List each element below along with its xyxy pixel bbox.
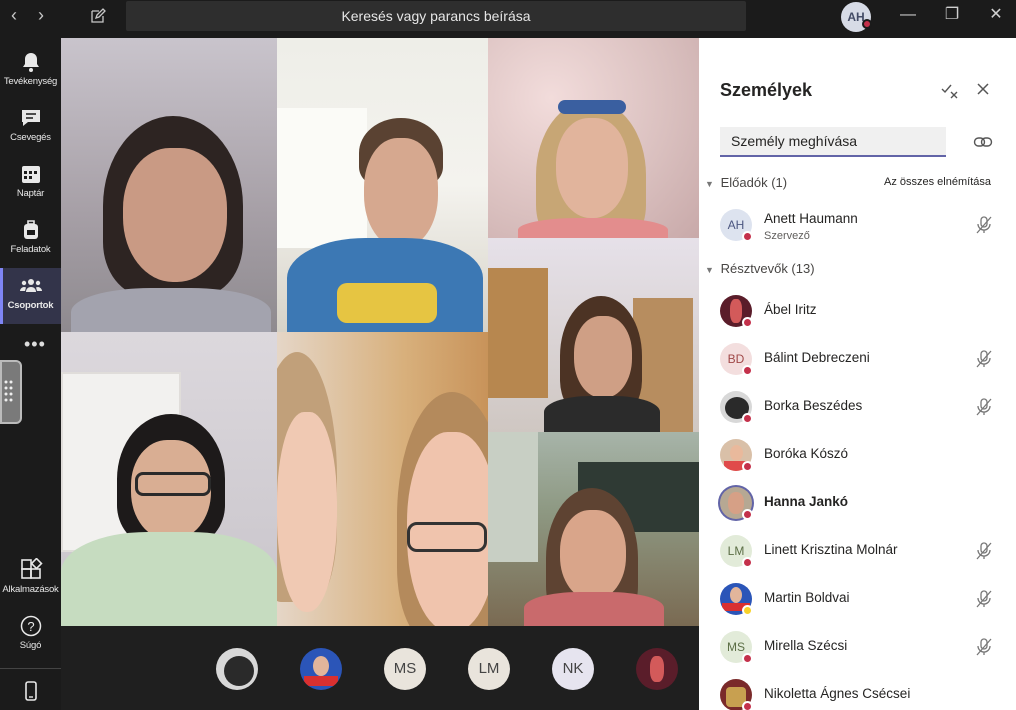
mic-off-icon	[976, 590, 992, 608]
rail-item-apps[interactable]: Alkalmazások	[0, 552, 61, 608]
participant-name: Nikoletta Ágnes Csécsei	[764, 686, 911, 701]
participant-thumb[interactable]	[216, 648, 258, 690]
video-tile[interactable]	[488, 38, 699, 238]
participant-thumb[interactable]: NK	[552, 648, 594, 690]
attendees-section-header[interactable]: ▼ Résztvevők (13)	[705, 261, 815, 276]
title-bar: ‹ › Keresés vagy parancs beírása AH — ❐ …	[0, 0, 1016, 38]
participant-name: Boróka Kószó	[764, 446, 849, 461]
drag-handle[interactable]	[0, 360, 22, 424]
rail-label: Csoportok	[7, 300, 54, 311]
participant-row[interactable]: MS Mirella Szécsi	[699, 623, 1016, 671]
mic-off-icon	[976, 398, 992, 416]
participant-role: Szervező	[764, 230, 810, 242]
video-tile[interactable]	[61, 38, 277, 332]
search-input[interactable]: Keresés vagy parancs beírása	[126, 1, 746, 31]
profile-status-dot	[862, 19, 872, 29]
teams-icon	[19, 279, 42, 292]
status-dot-away	[742, 605, 753, 616]
participant-name: Hanna Jankó	[764, 494, 849, 509]
participant-row[interactable]: Nikoletta Ágnes Csécsei	[699, 671, 1016, 710]
video-tile[interactable]	[277, 38, 488, 332]
participant-row[interactable]: Borka Beszédes	[699, 383, 1016, 431]
participant-row[interactable]: BD Bálint Debreczeni	[699, 335, 1016, 383]
status-dot	[742, 413, 753, 424]
mic-off-icon	[976, 216, 992, 234]
participant-thumb[interactable]: MS	[384, 648, 426, 690]
rail-item-assignments[interactable]: Feladatok	[0, 212, 61, 268]
maximize-button[interactable]: ❐	[929, 0, 975, 30]
status-dot	[742, 365, 753, 376]
participant-name: Borka Beszédes	[764, 398, 863, 413]
rail-item-calendar[interactable]: Naptár	[0, 156, 61, 212]
device-icon	[24, 681, 37, 701]
participant-name: Linett Krisztina Molnár	[764, 542, 898, 557]
rail-label: Alkalmazások	[2, 584, 59, 595]
status-dot	[742, 701, 753, 710]
participant-thumb[interactable]: LM	[468, 648, 510, 690]
chat-icon	[21, 110, 40, 126]
mic-off-icon	[976, 542, 992, 560]
bell-icon	[22, 53, 39, 72]
rail-item-activity[interactable]: Tevékenység	[0, 44, 61, 100]
rail-item-device[interactable]	[0, 668, 61, 710]
close-window-button[interactable]: ✕	[973, 0, 1016, 30]
svg-text:?: ?	[27, 619, 34, 634]
status-dot	[742, 461, 753, 472]
video-tile[interactable]	[61, 332, 277, 626]
caret-down-icon: ▼	[705, 179, 714, 189]
forward-icon[interactable]: ›	[27, 0, 55, 30]
rail-label: Feladatok	[10, 244, 51, 255]
participant-row[interactable]: Hanna Jankó	[699, 479, 1016, 527]
participant-thumb[interactable]	[300, 648, 342, 690]
link-icon[interactable]	[973, 133, 993, 156]
status-dot	[742, 231, 753, 242]
participant-row[interactable]: Martin Boldvai	[699, 575, 1016, 623]
rail-item-teams[interactable]: Csoportok	[0, 268, 61, 324]
participant-strip: MS LM NK	[61, 626, 699, 710]
participant-name: Anett Haumann	[764, 211, 858, 226]
participant-thumb[interactable]	[636, 648, 678, 690]
compose-icon[interactable]	[84, 2, 112, 32]
participant-name: Bálint Debreczeni	[764, 350, 870, 365]
invite-input[interactable]: Személy meghívása	[720, 127, 946, 157]
participant-name: Ábel Iritz	[764, 302, 817, 317]
rail-item-help[interactable]: ? Súgó	[0, 608, 61, 664]
close-panel-icon[interactable]	[974, 80, 992, 103]
participant-row[interactable]: LM Linett Krisztina Molnár	[699, 527, 1016, 575]
mute-all-link[interactable]: Az összes elnémítása	[884, 176, 991, 188]
mic-off-icon	[976, 350, 992, 368]
grip-icon	[4, 380, 13, 402]
participant-name: Martin Boldvai	[764, 590, 850, 605]
backpack-icon	[23, 220, 38, 239]
help-icon: ?	[20, 615, 41, 637]
rail-label: Naptár	[16, 188, 45, 199]
presenters-section-header[interactable]: ▼ Előadók (1)	[705, 175, 787, 190]
more-apps-icon[interactable]: •••	[24, 334, 46, 355]
apps-icon	[20, 558, 43, 579]
calendar-icon	[21, 166, 40, 183]
participant-row[interactable]: AH Anett Haumann Szervező	[699, 201, 1016, 249]
rail-label: Súgó	[19, 640, 42, 651]
mic-off-icon	[976, 638, 992, 656]
participant-row[interactable]: Ábel Iritz	[699, 287, 1016, 335]
people-panel: Személyek Személy meghívása ▼ Előadók (1…	[699, 38, 1016, 710]
video-tile[interactable]	[488, 238, 699, 432]
status-dot	[742, 557, 753, 568]
participant-row[interactable]: Boróka Kószó	[699, 431, 1016, 479]
video-tile[interactable]	[277, 332, 488, 626]
back-icon[interactable]: ‹	[0, 0, 28, 30]
status-dot	[742, 653, 753, 664]
video-tile[interactable]	[488, 432, 699, 626]
panel-title: Személyek	[720, 80, 813, 100]
rail-label: Csevegés	[10, 132, 51, 143]
status-dot	[742, 509, 753, 520]
mute-all-check-icon[interactable]	[940, 80, 960, 105]
app-rail: Tevékenység Csevegés Naptár Feladatok Cs…	[0, 38, 61, 710]
participant-name: Mirella Szécsi	[764, 638, 848, 653]
rail-label: Tevékenység	[3, 76, 58, 87]
minimize-button[interactable]: —	[885, 0, 931, 30]
status-dot	[742, 317, 753, 328]
rail-item-chat[interactable]: Csevegés	[0, 100, 61, 156]
caret-down-icon: ▼	[705, 265, 714, 275]
